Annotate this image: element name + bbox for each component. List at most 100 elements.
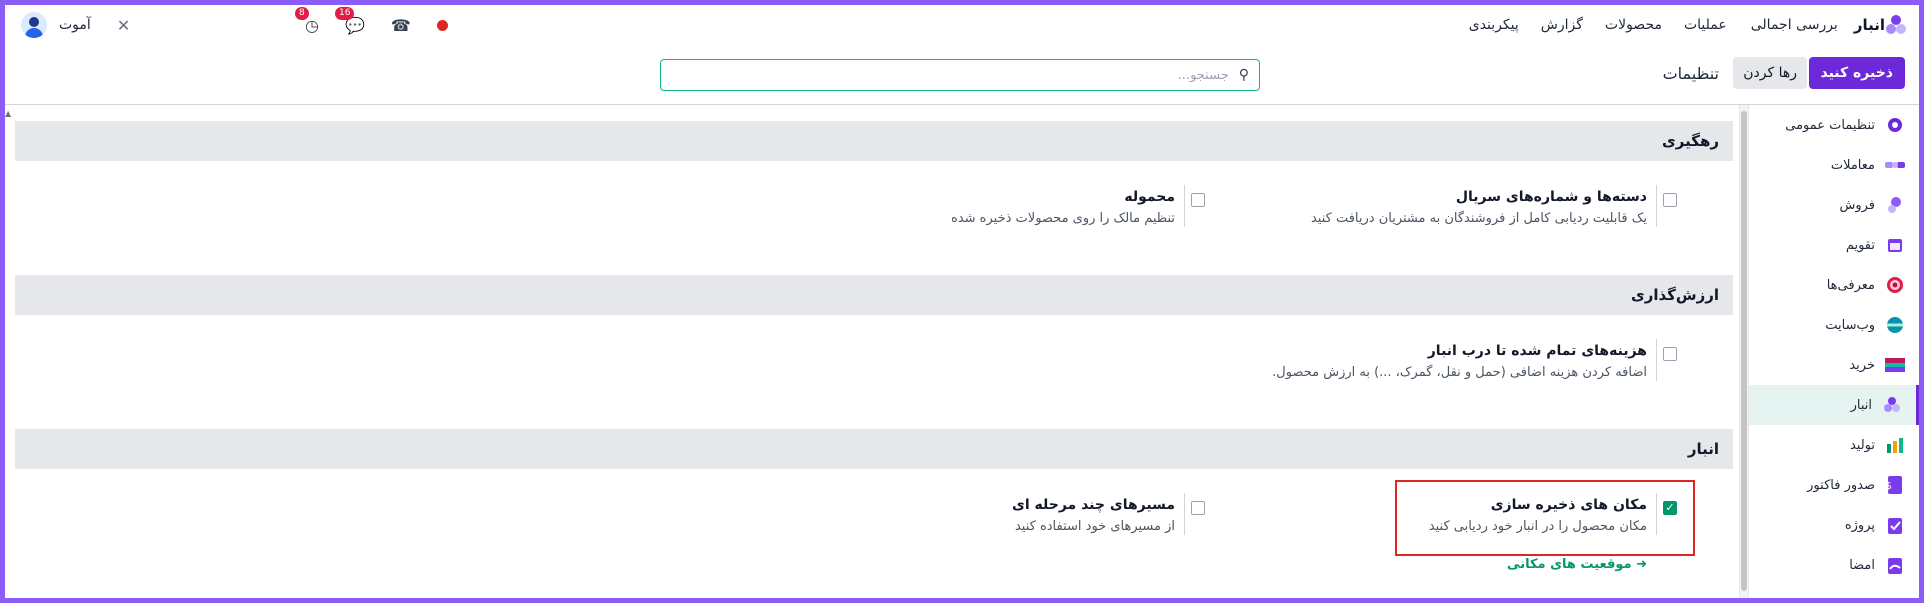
sidebar-item-label: تولید <box>1849 437 1875 453</box>
locations-link-label: موقعیت های مکانی <box>1507 557 1632 572</box>
save-button[interactable]: ذخیره کنید <box>1808 57 1905 89</box>
landed-costs-checkbox[interactable] <box>1663 347 1677 361</box>
sidebar-item-label: معرفی‌ها <box>1826 277 1875 293</box>
section-header-warehouse: انبار <box>15 429 1733 469</box>
sidebar-item-label: فروش <box>1839 197 1875 213</box>
storage-locations-checkbox[interactable]: ✓ <box>1663 501 1677 515</box>
menu-operations[interactable]: عملیات <box>1684 17 1727 33</box>
setting-description: تنظیم مالک را روی محصولات ذخیره شده <box>951 211 1175 226</box>
sidebar-item-label: تقویم <box>1845 237 1875 253</box>
menu-reporting[interactable]: گزارش <box>1541 17 1583 33</box>
status-dot-icon[interactable] <box>436 19 448 31</box>
inventory-icon <box>1882 395 1902 415</box>
section-header-valuation: ارزش‌گذاری <box>15 275 1733 315</box>
referral-icon <box>1885 275 1905 295</box>
sidebar-item-referrals[interactable]: معرفی‌ها <box>1749 265 1919 305</box>
svg-text:$: $ <box>1887 481 1892 492</box>
app-window: انبار بررسی اجمالی عملیات محصولات گزارش … <box>5 5 1919 598</box>
setting-title: مسیرهای چند مرحله ای <box>1012 497 1175 513</box>
website-icon <box>1885 315 1905 335</box>
sidebar-item-label: امضا <box>1849 557 1875 573</box>
app-name[interactable]: انبار <box>1854 16 1885 34</box>
messages-badge: 16 <box>334 6 355 20</box>
menu-overview[interactable]: بررسی اجمالی <box>1751 17 1838 33</box>
sidebar-item-label: صدور فاکتور <box>1807 477 1875 493</box>
consignment-checkbox[interactable] <box>1191 193 1205 207</box>
purchase-icon <box>1885 355 1905 375</box>
sidebar-item-inventory[interactable]: انبار <box>1749 385 1919 425</box>
setting-title: دسته‌ها و شماره‌های سریال <box>1455 189 1647 205</box>
menu-configuration[interactable]: پیکربندی <box>1469 17 1519 33</box>
activity-badge: 8 <box>295 6 309 20</box>
invoice-icon: $ <box>1885 475 1905 495</box>
setting-landed-costs: هزینه‌های تمام شده تا درب انبار اضافه کر… <box>1272 343 1647 380</box>
sidebar-item-label: پروژه <box>1844 517 1875 533</box>
sidebar-item-label: خرید <box>1849 357 1875 373</box>
sidebar-item-purchase[interactable]: خرید <box>1749 345 1919 385</box>
systray: آموت ✕ <box>5 5 130 45</box>
scrollbar-thumb[interactable] <box>1741 111 1747 591</box>
calendar-icon <box>1885 235 1905 255</box>
setting-divider <box>1184 493 1185 535</box>
sidebar-item-label: انبار <box>1850 397 1872 413</box>
sidebar-item-sign[interactable]: امضا <box>1749 545 1919 585</box>
phone-icon[interactable]: ☎ <box>391 16 411 35</box>
setting-divider <box>1656 185 1657 227</box>
search-input[interactable] <box>671 66 1231 84</box>
user-avatar[interactable] <box>21 12 47 38</box>
sidebar-item-sales[interactable]: فروش <box>1749 185 1919 225</box>
sidebar-item-website[interactable]: وب‌سایت <box>1749 305 1919 345</box>
control-panel: ذخیره کنید رها کردن تنظیمات ⚲ <box>5 45 1919 105</box>
activity-clock-icon[interactable]: ◷ 8 <box>295 6 319 35</box>
setting-multi-step-routes: مسیرهای چند مرحله ای از مسیرهای خود استف… <box>1012 497 1175 534</box>
discard-button[interactable]: رها کردن <box>1733 57 1807 89</box>
manufacturing-icon <box>1885 435 1905 455</box>
handshake-icon <box>1885 155 1905 175</box>
user-name[interactable]: آموت <box>59 17 91 33</box>
inventory-app-icon[interactable] <box>1885 14 1907 36</box>
sidebar-item-calendar[interactable]: تقویم <box>1749 225 1919 265</box>
sidebar-item-label: معاملات <box>1830 157 1875 173</box>
menu-products[interactable]: محصولات <box>1605 17 1662 33</box>
setting-lots-serial: دسته‌ها و شماره‌های سریال یک قابلیت ردیا… <box>1311 189 1647 226</box>
scroll-up-arrow-icon[interactable]: ▲ <box>5 109 11 118</box>
sidebar-item-label: تنظیمات عمومی <box>1785 117 1875 133</box>
search-box[interactable]: ⚲ <box>660 59 1260 91</box>
locations-link[interactable]: ➜ موقعیت های مکانی <box>1507 557 1647 572</box>
sign-icon <box>1885 555 1905 575</box>
setting-description: اضافه کردن هزینه اضافی (حمل و نقل، گمرک،… <box>1272 365 1647 380</box>
sidebar-item-manufacturing[interactable]: تولید <box>1749 425 1919 465</box>
arrow-right-icon: ➜ <box>1636 557 1647 572</box>
setting-description: مکان محصول را در انبار خود ردیابی کنید <box>1428 519 1647 534</box>
lots-serial-checkbox[interactable] <box>1663 193 1677 207</box>
sidebar-item-label: وب‌سایت <box>1825 317 1875 333</box>
setting-title: هزینه‌های تمام شده تا درب انبار <box>1427 343 1647 359</box>
page-title: تنظیمات <box>1662 63 1719 83</box>
setting-description: یک قابلیت ردیابی کامل از فروشندگان به مش… <box>1310 211 1647 226</box>
content-scrollbar[interactable] <box>1739 105 1748 598</box>
top-navbar: انبار بررسی اجمالی عملیات محصولات گزارش … <box>5 5 1919 45</box>
sales-icon <box>1885 195 1905 215</box>
setting-divider <box>1184 185 1185 227</box>
messages-icon[interactable]: 💬 16 <box>334 6 365 35</box>
section-header-tracking: رهگیری <box>15 121 1733 161</box>
setting-title: مکان های ذخیره سازی <box>1490 497 1647 513</box>
setting-storage-locations: مکان های ذخیره سازی مکان محصول را در انب… <box>1429 497 1647 534</box>
setting-divider <box>1656 339 1657 381</box>
debug-tools-icon[interactable]: ✕ <box>117 16 130 35</box>
sidebar-item-project[interactable]: پروژه <box>1749 505 1919 545</box>
settings-content: رهگیری دسته‌ها و شماره‌های سریال یک قابل… <box>15 105 1733 598</box>
multi-step-routes-checkbox[interactable] <box>1191 501 1205 515</box>
sidebar-item-deals[interactable]: معاملات <box>1749 145 1919 185</box>
project-icon <box>1885 515 1905 535</box>
setting-title: محموله <box>1124 189 1175 205</box>
settings-sidebar: تنظیمات عمومی معاملات فروش تقویم معرفی‌ه… <box>1748 105 1919 598</box>
search-icon[interactable]: ⚲ <box>1239 67 1249 83</box>
setting-divider <box>1656 493 1657 535</box>
sidebar-item-general-settings[interactable]: تنظیمات عمومی <box>1749 105 1919 145</box>
setting-description: از مسیرهای خود استفاده کنید <box>1014 519 1175 534</box>
sidebar-item-invoicing[interactable]: $ صدور فاکتور <box>1749 465 1919 505</box>
tray-icons: ◷ 8 💬 16 ☎ <box>295 5 448 45</box>
gear-icon <box>1885 115 1905 135</box>
setting-consignment: محموله تنظیم مالک را روی محصولات ذخیره ش… <box>951 189 1175 226</box>
